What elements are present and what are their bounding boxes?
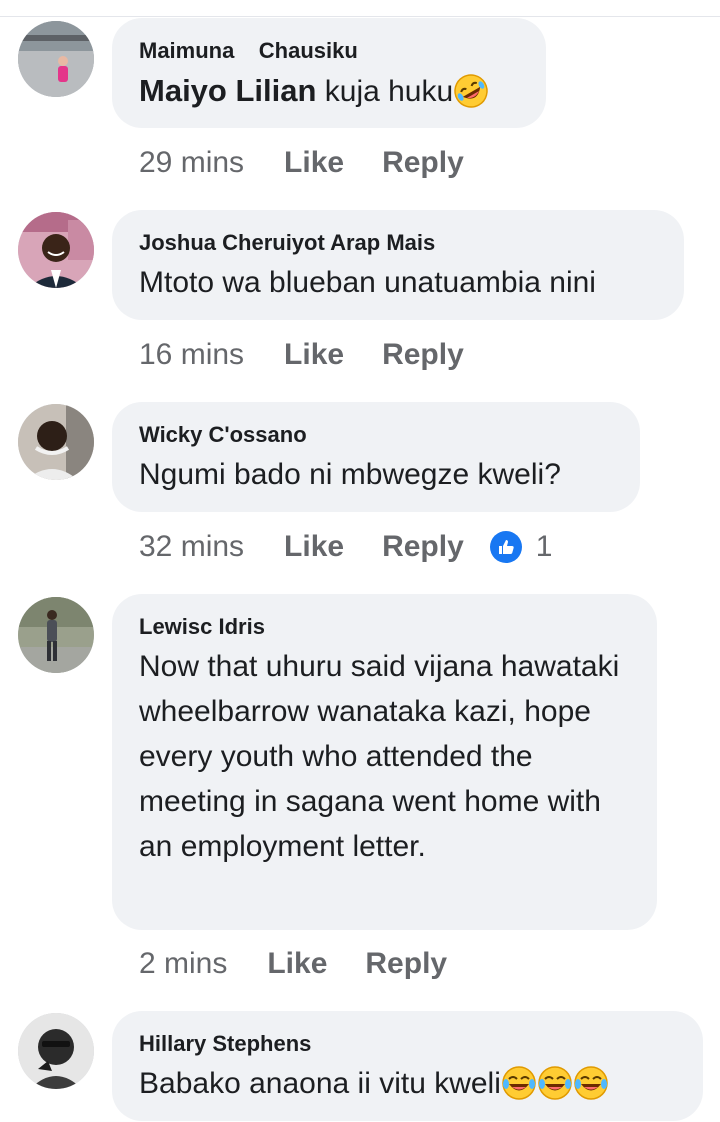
comment-text: Babako anaona ii vitu kweli [139, 1061, 675, 1106]
comment-text: Ngumi bado ni mbwegze kweli? [139, 458, 561, 491]
reply-button[interactable]: Reply [382, 530, 464, 564]
reply-button[interactable]: Reply [382, 338, 464, 372]
comment-bubble: Wicky C'ossano Ngumi bado ni mbwegze kwe… [112, 402, 640, 512]
comment-bubble: Joshua Cheruiyot Arap Mais Mtoto wa blue… [112, 210, 684, 320]
thumbs-up-icon [489, 531, 522, 563]
comment-author[interactable]: Joshua Cheruiyot Arap Mais [139, 230, 656, 256]
mention-link[interactable]: Maiyo Lilian [139, 73, 316, 108]
tears-of-joy-emoji [573, 1065, 609, 1101]
comment-bubble: Lewisc Idris Now that uhuru said vijana … [112, 594, 657, 930]
avatar[interactable] [18, 404, 94, 480]
comment-text: Maiyo Lilian kuja huku [139, 68, 518, 114]
avatar[interactable] [18, 21, 94, 97]
avatar[interactable] [18, 212, 94, 288]
like-button[interactable]: Like [284, 338, 344, 372]
comment-text-body: kuja huku [316, 75, 454, 108]
comment-timestamp: 16 mins [139, 338, 245, 371]
comment-author[interactable]: Maimuna Chausiku [139, 38, 518, 64]
avatar[interactable] [18, 1013, 94, 1089]
top-divider [0, 16, 720, 17]
like-button[interactable]: Like [267, 947, 327, 981]
comment-bubble: Maimuna Chausiku Maiyo Lilian kuja huku [112, 18, 546, 128]
comment-text-body: Babako anaona ii vitu kweli [139, 1067, 501, 1100]
reaction-summary[interactable]: 1 [489, 530, 553, 564]
comments-feed: Maimuna Chausiku Maiyo Lilian kuja huku … [0, 0, 720, 1122]
comment-actions: 16 mins Like Reply [139, 335, 502, 375]
avatar[interactable] [18, 597, 94, 673]
like-button[interactable]: Like [284, 146, 344, 180]
comment-text: Mtoto wa blueban unatuambia nini [139, 266, 596, 299]
comment-actions: 2 mins Like Reply [139, 944, 485, 984]
like-button[interactable]: Like [284, 530, 344, 564]
reaction-count: 1 [535, 530, 553, 563]
reply-button[interactable]: Reply [365, 947, 447, 981]
comment-text: Now that uhuru said vijana hawataki whee… [139, 650, 620, 863]
comment-timestamp: 2 mins [139, 947, 228, 980]
reply-button[interactable]: Reply [382, 146, 464, 180]
comment-author[interactable]: Wicky C'ossano [139, 422, 612, 448]
comment-author[interactable]: Hillary Stephens [139, 1031, 675, 1057]
comment-author[interactable]: Lewisc Idris [139, 614, 629, 640]
comment-actions: 32 mins Like Reply 1 [139, 527, 552, 567]
comment-actions: 29 mins Like Reply [139, 143, 502, 183]
tears-of-joy-emoji [501, 1065, 537, 1101]
comment-timestamp: 32 mins [139, 530, 245, 563]
comment-bubble: Hillary Stephens Babako anaona ii vitu k… [112, 1011, 703, 1121]
rolling-on-floor-laughing-emoji [453, 73, 489, 109]
comment-timestamp: 29 mins [139, 146, 245, 179]
tears-of-joy-emoji [537, 1065, 573, 1101]
